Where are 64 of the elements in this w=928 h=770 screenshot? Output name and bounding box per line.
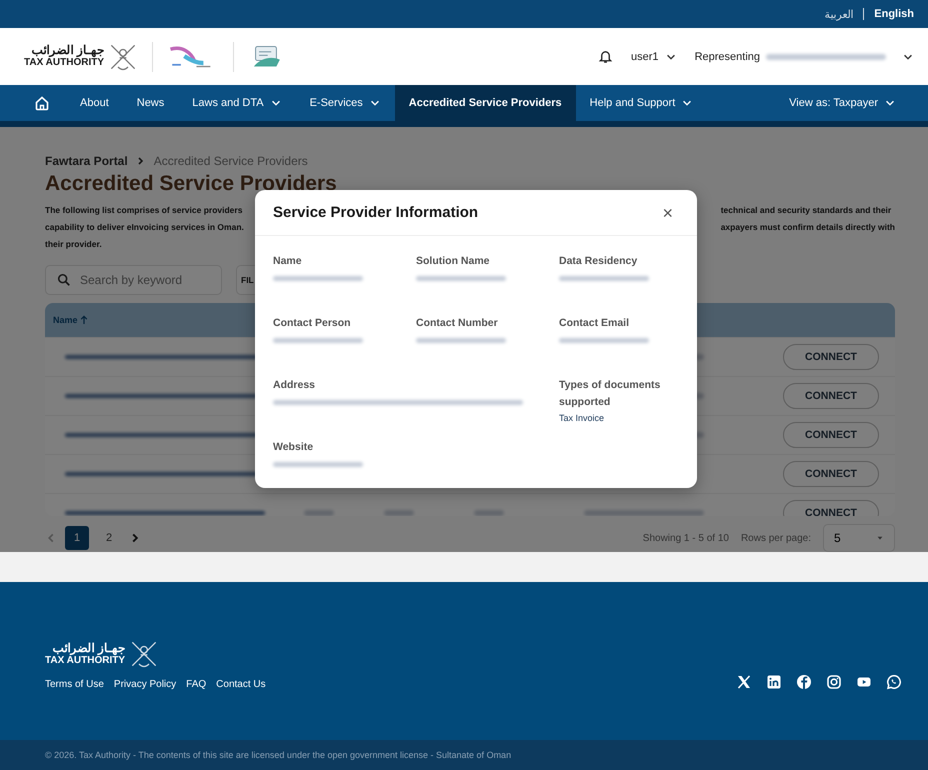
redacted-text: [384, 510, 414, 516]
home-icon: [34, 95, 50, 111]
dialog-title: Service Provider Information: [273, 204, 478, 221]
logo-arabic-text: جهـاز الضرائب: [52, 642, 125, 654]
linkedin-icon[interactable]: [766, 674, 782, 690]
close-button[interactable]: ×: [658, 204, 677, 222]
logo-text: TAX AUTHORITY: [45, 654, 125, 666]
language-link[interactable]: العربية: [824, 8, 854, 20]
redacted-text: [474, 510, 504, 516]
description-text: their provider.: [45, 238, 103, 251]
language-link[interactable]: English: [874, 8, 914, 20]
rows-per-page-label: Rows per page:: [740, 532, 811, 544]
field-label: Contact Number: [416, 316, 499, 331]
field-label: Contact Person: [273, 316, 352, 331]
field-label: Types of documents supported: [559, 378, 662, 410]
bell-icon[interactable]: [598, 49, 614, 64]
field-label: Address: [273, 378, 316, 393]
connect-button[interactable]: CONNECT: [783, 500, 879, 516]
instagram-icon[interactable]: [826, 674, 842, 690]
description-text: technical and security standards and their: [720, 204, 892, 217]
field-label: Contact Email: [559, 316, 630, 331]
footer-link[interactable]: FAQ: [186, 679, 206, 690]
connect-button[interactable]: CONNECT: [783, 344, 879, 370]
view-as-dropdown[interactable]: View as: Taxpayer: [775, 85, 910, 121]
nav-tab[interactable]: E-Services: [296, 85, 395, 121]
breadcrumb-link[interactable]: Fawtara Portal: [45, 154, 128, 168]
field-label: Name: [273, 254, 303, 269]
copyright-text: © 2026. Tax Authority - The contents of this site are licensed under the open government license - Sultanate of Oman: [45, 750, 512, 760]
field-label: Website: [273, 440, 314, 455]
description-text: capability to deliver eInvoicing services in Oman.: [45, 221, 244, 234]
nav-tab[interactable]: Laws and DTA: [178, 85, 296, 121]
page-button[interactable]: 1: [65, 526, 89, 550]
pagination-summary: Showing 1 - 5 of 10: [642, 532, 729, 544]
search-field[interactable]: Search by keyword: [45, 265, 222, 295]
nav-tab[interactable]: News: [122, 85, 178, 121]
logo-text: TAX AUTHORITY: [24, 57, 104, 69]
rows-per-page-select[interactable]: 5: [823, 524, 895, 552]
page-title: Accredited Service Providers: [45, 172, 338, 196]
footer-link[interactable]: Contact Us: [216, 679, 266, 690]
emblem-icon: [129, 639, 159, 669]
field-value: Tax Invoice: [559, 413, 606, 423]
footer-link[interactable]: Terms of Use: [45, 679, 104, 690]
field-label: Data Residency: [559, 254, 638, 269]
redacted-text: [304, 510, 334, 516]
footer-link[interactable]: Privacy Policy: [114, 679, 176, 690]
connect-button[interactable]: CONNECT: [783, 383, 879, 409]
x-logo-icon[interactable]: [736, 674, 752, 690]
nav-tab[interactable]: Accredited Service Providers: [394, 85, 576, 121]
nav-tab[interactable]: About: [66, 85, 123, 121]
chevron-right-icon: [136, 156, 146, 166]
facebook-icon[interactable]: [796, 674, 812, 690]
connect-button[interactable]: CONNECT: [783, 422, 879, 448]
description-text: The following list comprises of service providers: [45, 204, 244, 217]
description-text: axpayers must confirm details directly with: [720, 221, 895, 234]
field-label: Solution Name: [416, 254, 491, 269]
nav-tab[interactable]: Help and Support: [576, 85, 708, 121]
whatsapp-icon[interactable]: [886, 674, 902, 690]
caret-down-icon: [876, 534, 884, 542]
logo-arabic-text: جهـاز الضرائب: [32, 44, 104, 57]
search-icon: [57, 273, 71, 287]
page-button[interactable]: 2: [97, 526, 121, 550]
connect-button[interactable]: CONNECT: [783, 461, 879, 487]
user-menu[interactable]: user1: [631, 50, 677, 62]
representing-label: Representing: [694, 50, 760, 62]
